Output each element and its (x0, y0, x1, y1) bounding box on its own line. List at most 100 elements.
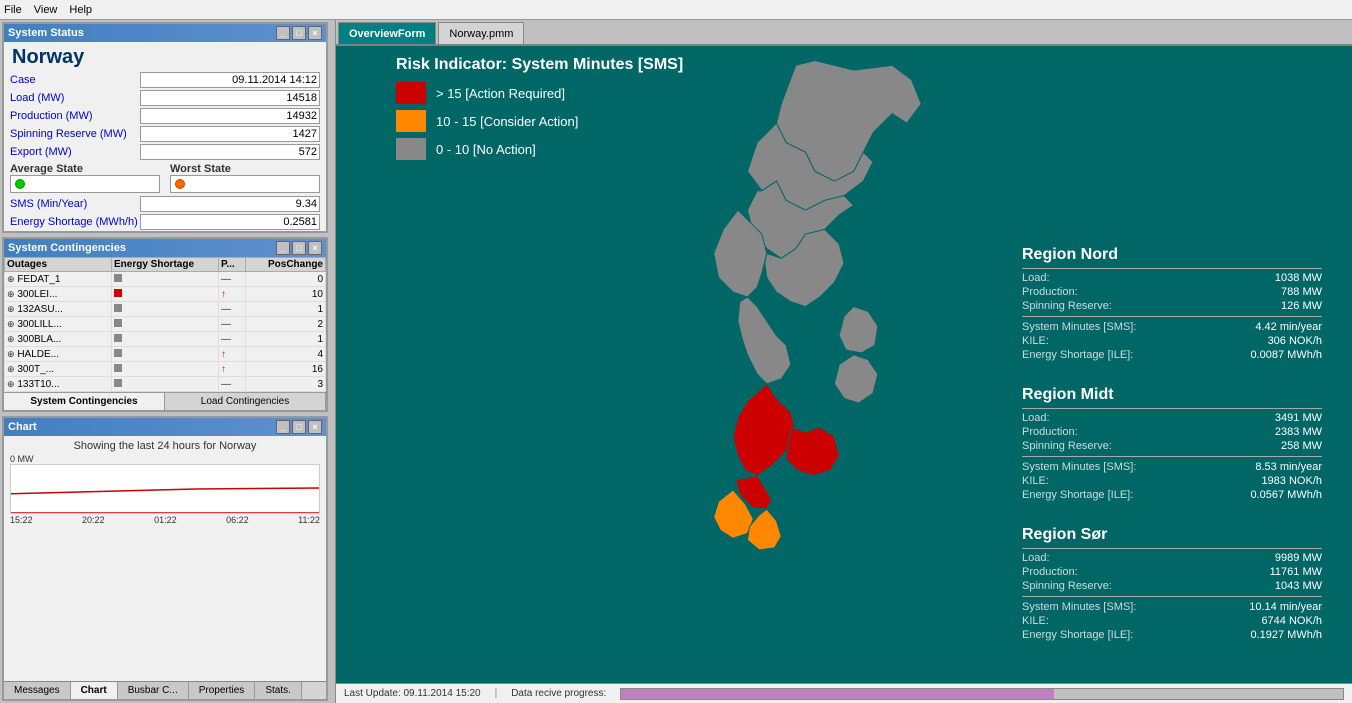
menu-view[interactable]: View (34, 4, 58, 16)
region-nord-spin-row: Spinning Reserve: 126 MW (1022, 300, 1322, 312)
chart-svg (11, 465, 319, 513)
table-row[interactable]: ⊕ 132ASU... — 1 (5, 302, 326, 317)
chart-close-btn[interactable]: × (308, 420, 322, 434)
chart-title: Chart (8, 421, 37, 433)
tab-stats[interactable]: Stats. (255, 682, 302, 699)
region-midt-kile-row: KILE: 1983 NOK/h (1022, 475, 1322, 487)
expand-icon[interactable]: ⊕ (7, 319, 15, 329)
region-midt-sms-divider (1022, 456, 1322, 457)
expand-icon[interactable]: ⊕ (7, 349, 15, 359)
region-nord-sms-row: System Minutes [SMS]: 4.42 min/year (1022, 321, 1322, 333)
region-nord-sms-value: 4.42 min/year (1242, 321, 1322, 333)
chart-restore-btn[interactable]: □ (292, 420, 306, 434)
case-value: 09.11.2014 14:12 (140, 72, 320, 88)
region-midt-load-value: 3491 MW (1242, 412, 1322, 424)
region-nord-sms-divider (1022, 316, 1322, 317)
expand-icon[interactable]: ⊕ (7, 289, 15, 299)
table-row[interactable]: ⊕ FEDAT_1 — 0 (5, 272, 326, 287)
region-midt-kile-value: 1983 NOK/h (1242, 475, 1322, 487)
region-sor-spin-label: Spinning Reserve: (1022, 580, 1112, 592)
region-midt-spin-label: Spinning Reserve: (1022, 440, 1112, 452)
region-nord-title: Region Nord (1022, 246, 1322, 264)
tab-chart[interactable]: Chart (71, 682, 118, 699)
tab-norway-pmm[interactable]: Norway.pmm (438, 22, 524, 44)
region-sor-kile-label: KILE: (1022, 615, 1049, 627)
bar-icon (114, 319, 122, 327)
minimize-btn[interactable]: _ (276, 26, 290, 40)
tab-messages[interactable]: Messages (4, 682, 71, 699)
region-nord-kile-label: KILE: (1022, 335, 1049, 347)
bar-icon (114, 349, 122, 357)
cont-restore-btn[interactable]: □ (292, 241, 306, 255)
system-status-title: System Status (8, 27, 84, 39)
last-update: Last Update: 09.11.2014 15:20 (344, 688, 481, 699)
contingencies-scroll[interactable]: Outages Energy Shortage P... PosChange ⊕… (4, 257, 326, 392)
region-midt-energy-row: Energy Shortage [ILE]: 0.0567 MWh/h (1022, 489, 1322, 501)
expand-icon[interactable]: ⊕ (7, 304, 15, 314)
table-row[interactable]: ⊕ 133T10... — 3 (5, 377, 326, 392)
region-nord-spin-value: 126 MW (1242, 300, 1322, 312)
chart-mw-label: 0 MW (10, 454, 320, 464)
tab-properties[interactable]: Properties (189, 682, 256, 699)
restore-btn[interactable]: □ (292, 26, 306, 40)
tab-system-contingencies[interactable]: System Contingencies (4, 393, 165, 410)
region-midt-kile-label: KILE: (1022, 475, 1049, 487)
cont-win-buttons: _ □ × (276, 241, 322, 255)
menu-file[interactable]: File (4, 4, 22, 16)
region-sor-sms-divider (1022, 596, 1322, 597)
arrow-icon: ↑ (221, 289, 226, 300)
expand-icon[interactable]: ⊕ (7, 334, 15, 344)
energy-shortage-label: Energy Shortage (MWh/h) (10, 216, 140, 228)
region-nord-spin-label: Spinning Reserve: (1022, 300, 1112, 312)
bottom-tabs: Messages Chart Busbar C... Properties St… (4, 681, 326, 699)
tab-busbar[interactable]: Busbar C... (118, 682, 189, 699)
expand-icon[interactable]: ⊕ (7, 364, 15, 374)
menu-help[interactable]: Help (69, 4, 92, 16)
avg-state-dot (15, 179, 25, 189)
energy-shortage-value: 0.2581 (140, 214, 320, 230)
contingencies-panel: System Contingencies _ □ × Outages Energ… (2, 237, 328, 412)
chart-minimize-btn[interactable]: _ (276, 420, 290, 434)
arrow-icon: ↑ (221, 349, 226, 360)
expand-icon[interactable]: ⊕ (7, 274, 15, 284)
chart-win-buttons: _ □ × (276, 420, 322, 434)
main-layout: System Status _ □ × Norway Case 09.11.20… (0, 20, 1352, 703)
chart-time-4: 11:22 (298, 515, 320, 525)
region-midt-prod-label: Production: (1022, 426, 1078, 438)
close-btn[interactable]: × (308, 26, 322, 40)
spinning-label: Spinning Reserve (MW) (10, 128, 140, 140)
table-row[interactable]: ⊕ 300BLA... — 1 (5, 332, 326, 347)
status-separator: | (495, 688, 498, 699)
table-row[interactable]: ⊕ HALDE... ↑ 4 (5, 347, 326, 362)
production-value: 14932 (140, 108, 320, 124)
table-row[interactable]: ⊕ 300LILL... — 2 (5, 317, 326, 332)
table-row[interactable]: ⊕ 300T_... ↑ 16 (5, 362, 326, 377)
cont-close-btn[interactable]: × (308, 241, 322, 255)
export-value: 572 (140, 144, 320, 160)
region-midt-info: Region Midt Load: 3491 MW Production: 23… (1022, 386, 1322, 503)
tab-overview-form[interactable]: OverviewForm (338, 22, 436, 44)
tab-load-contingencies[interactable]: Load Contingencies (165, 393, 326, 410)
region-sor-sms-value: 10.14 min/year (1242, 601, 1322, 613)
arrow-icon: — (221, 304, 231, 315)
production-label: Production (MW) (10, 110, 140, 122)
bar-icon (114, 379, 122, 387)
table-row[interactable]: ⊕ 300LEI... ↑ 10 (5, 287, 326, 302)
sms-value: 9.34 (140, 196, 320, 212)
region-title: Norway (4, 42, 326, 71)
region-sor-sms-label: System Minutes [SMS]: (1022, 601, 1136, 613)
region-sor-load-value: 9989 MW (1242, 552, 1322, 564)
status-bar: Last Update: 09.11.2014 15:20 | Data rec… (336, 683, 1352, 703)
map-content: Risk Indicator: System Minutes [SMS] > 1… (336, 46, 1352, 683)
chart-time-3: 06:22 (226, 515, 249, 525)
chart-panel: Chart _ □ × Showing the last 24 hours fo… (2, 416, 328, 701)
contingencies-titlebar: System Contingencies _ □ × (4, 239, 326, 257)
progress-bar-container (620, 688, 1344, 700)
progress-bar-fill (621, 689, 1054, 699)
expand-icon[interactable]: ⊕ (7, 379, 15, 389)
chart-time-1: 20:22 (82, 515, 105, 525)
region-sor-load-row: Load: 9989 MW (1022, 552, 1322, 564)
region-sor-energy-value: 0.1927 MWh/h (1242, 629, 1322, 641)
avg-state-label: Average State (10, 163, 160, 175)
cont-minimize-btn[interactable]: _ (276, 241, 290, 255)
